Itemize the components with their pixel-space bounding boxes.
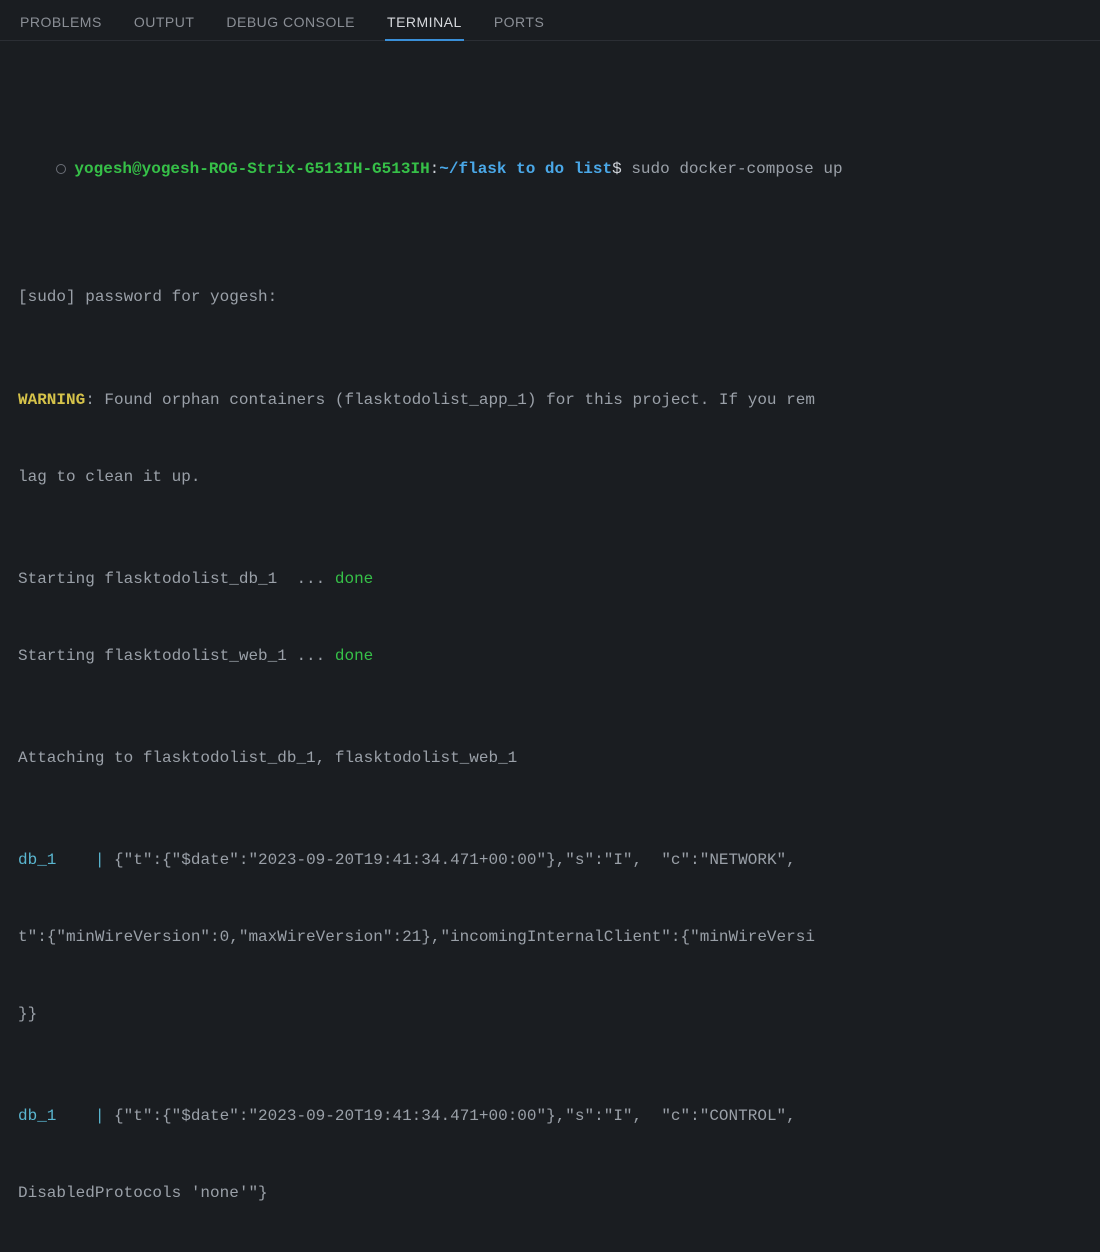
log-wrap: t":{"minWireVersion":0,"maxWireVersion":…: [18, 925, 1088, 951]
container-prefix: db_1: [18, 851, 85, 869]
log-line: db_1 | {"t":{"$date":"2023-09-20T19:41:3…: [18, 1104, 1088, 1130]
sudo-password-line: [sudo] password for yogesh:: [18, 285, 1088, 311]
log-line: db_1 | {"t":{"$date":"2023-09-20T19:41:3…: [18, 848, 1088, 874]
prompt-sep: :: [430, 160, 440, 178]
container-prefix: db_1: [18, 1107, 85, 1125]
starting-web-line: Starting flasktodolist_web_1 ... done: [18, 644, 1088, 670]
tab-output[interactable]: OUTPUT: [132, 8, 197, 40]
log-wrap: DisabledProtocols 'none'"}: [18, 1181, 1088, 1207]
tab-terminal[interactable]: TERMINAL: [385, 8, 464, 40]
tab-problems[interactable]: PROBLEMS: [18, 8, 104, 40]
done-text: done: [335, 647, 373, 665]
prompt-line: yogesh@yogesh-ROG-Strix-G513IH-G513IH:~/…: [18, 132, 1088, 209]
starting-db-line: Starting flasktodolist_db_1 ... done: [18, 567, 1088, 593]
prompt-cwd: ~/flask to do list: [439, 160, 612, 178]
terminal-output[interactable]: yogesh@yogesh-ROG-Strix-G513IH-G513IH:~/…: [0, 41, 1100, 1252]
command-text: sudo docker-compose up: [622, 160, 843, 178]
warning-line: WARNING: Found orphan containers (flaskt…: [18, 388, 1088, 414]
prompt-user-host: yogesh@yogesh-ROG-Strix-G513IH-G513IH: [74, 160, 429, 178]
warning-label: WARNING: [18, 391, 85, 409]
log-wrap: }}: [18, 1002, 1088, 1028]
attaching-line: Attaching to flasktodolist_db_1, flaskto…: [18, 746, 1088, 772]
panel-tabbar: PROBLEMS OUTPUT DEBUG CONSOLE TERMINAL P…: [0, 0, 1100, 41]
done-text: done: [335, 570, 373, 588]
tab-ports[interactable]: PORTS: [492, 8, 546, 40]
warning-wrap: lag to clean it up.: [18, 465, 1088, 491]
warning-text: : Found orphan containers (flasktodolist…: [85, 391, 815, 409]
prompt-dollar: $: [612, 160, 622, 178]
tab-debug-console[interactable]: DEBUG CONSOLE: [224, 8, 357, 40]
prompt-bullet-icon: [56, 164, 66, 174]
